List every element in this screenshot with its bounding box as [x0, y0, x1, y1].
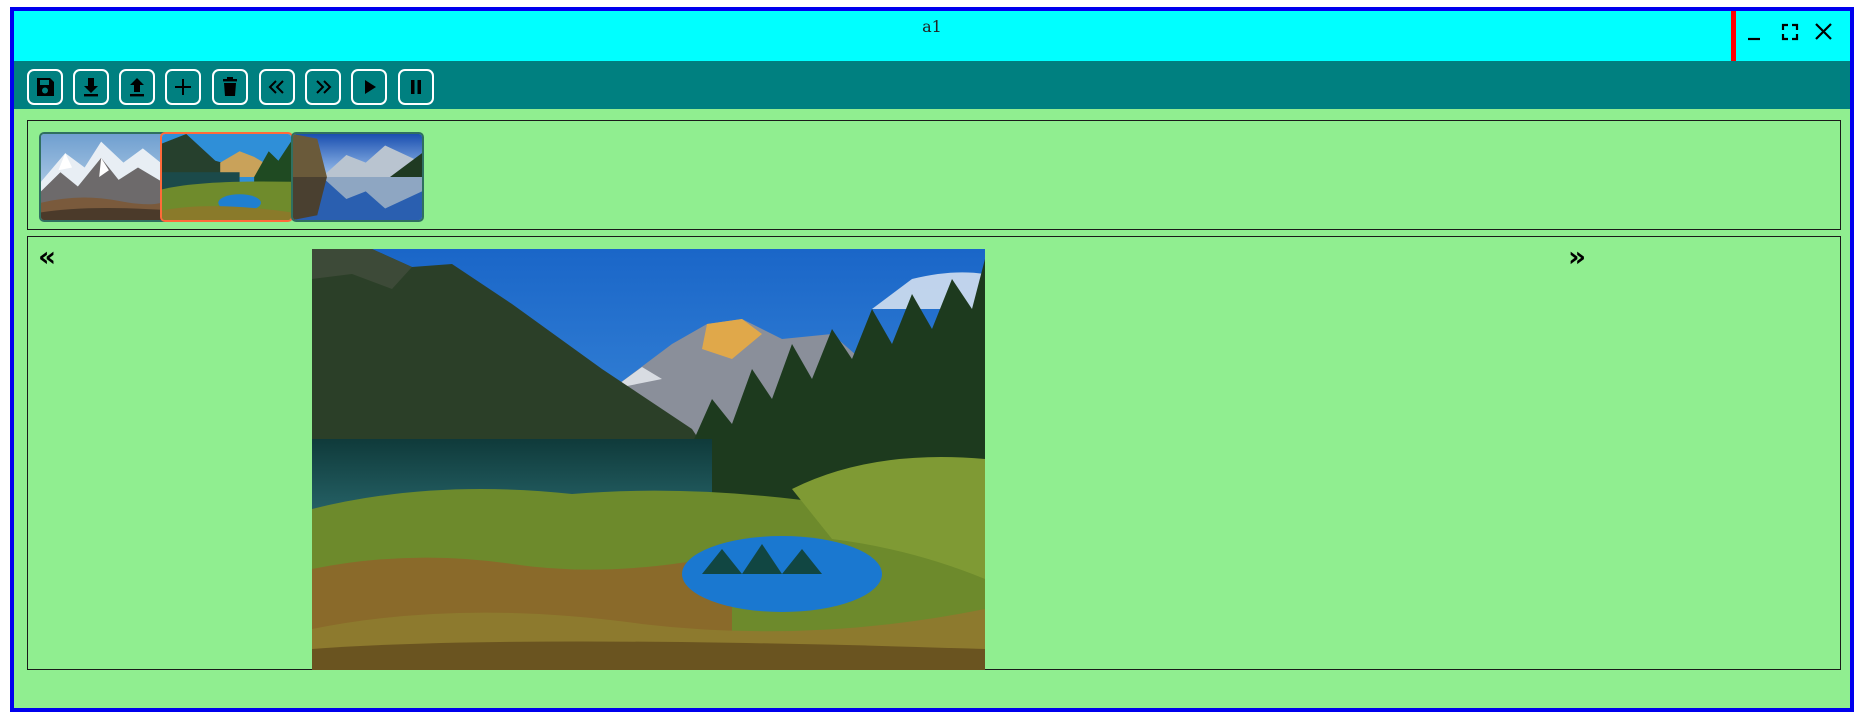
- previous-button[interactable]: [259, 69, 295, 105]
- title-bar[interactable]: a1: [14, 11, 1850, 61]
- save-icon: [37, 78, 54, 96]
- download-icon: [84, 78, 98, 97]
- add-button[interactable]: [165, 69, 201, 105]
- play-icon: [365, 80, 376, 94]
- mountain-lake-forest-thumbnail-image: [162, 134, 291, 220]
- maximize-button[interactable]: [1775, 17, 1805, 47]
- next-button[interactable]: [305, 69, 341, 105]
- delete-button[interactable]: [212, 69, 248, 105]
- thumbnail-lake-reflection[interactable]: [291, 132, 424, 222]
- download-button[interactable]: [73, 69, 109, 105]
- plus-icon: [175, 79, 191, 95]
- upload-button[interactable]: [119, 69, 155, 105]
- image-viewer: « »: [27, 236, 1841, 670]
- viewer-previous-button[interactable]: «: [38, 243, 56, 271]
- pause-button[interactable]: [398, 69, 434, 105]
- snowy-mountains-image: [41, 134, 170, 220]
- viewer-next-button[interactable]: »: [1568, 243, 1586, 271]
- trash-icon: [223, 77, 237, 96]
- main-image: [312, 249, 985, 670]
- mountain-lake-forest-image: [312, 249, 985, 670]
- toolbar: [14, 61, 1850, 109]
- pause-icon: [411, 80, 421, 94]
- minimize-icon: [1748, 37, 1760, 41]
- title-separator: [1731, 11, 1736, 61]
- close-icon: [1815, 23, 1832, 40]
- thumbnail-strip: [27, 120, 1841, 230]
- minimize-button[interactable]: [1740, 17, 1770, 47]
- upload-icon: [130, 78, 144, 97]
- app-window: a1 « »: [10, 7, 1854, 712]
- save-button[interactable]: [27, 69, 63, 105]
- double-chevron-left-icon: [268, 80, 284, 94]
- lake-reflection-image: [293, 134, 422, 220]
- window-title: a1: [922, 17, 942, 36]
- close-button[interactable]: [1809, 17, 1839, 47]
- play-button[interactable]: [351, 69, 387, 105]
- double-chevron-right-icon: [316, 80, 332, 94]
- maximize-icon: [1781, 23, 1799, 41]
- thumbnail-mountain-lake-forest[interactable]: [160, 132, 293, 222]
- thumbnail-snowy-mountains[interactable]: [39, 132, 172, 222]
